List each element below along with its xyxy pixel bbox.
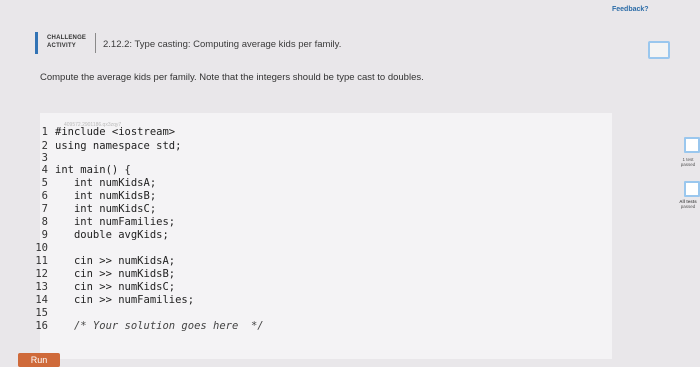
run-button[interactable]: Run <box>18 353 60 367</box>
one-test-passed-label: 1 test passed <box>680 157 696 167</box>
all-tests-status-icon <box>684 181 700 197</box>
instruction-text: Compute the average kids per family. Not… <box>40 72 424 83</box>
badge-line1: CHALLENGE <box>47 35 87 41</box>
all-tests-passed-label: All tests passed <box>679 199 697 209</box>
challenge-activity-badge: CHALLENGE ACTIVITY <box>47 34 86 50</box>
accent-bar <box>35 32 38 54</box>
feedback-link[interactable]: Feedback? <box>612 6 649 13</box>
activity-header: CHALLENGE ACTIVITY 2.12.2: Type casting:… <box>35 28 615 58</box>
completion-box-icon <box>648 41 670 59</box>
activity-title: 2.12.2: Type casting: Computing average … <box>103 39 342 50</box>
test-1-status-icon <box>684 137 700 153</box>
header-divider <box>95 33 96 53</box>
badge-line2: ACTIVITY <box>47 43 76 49</box>
